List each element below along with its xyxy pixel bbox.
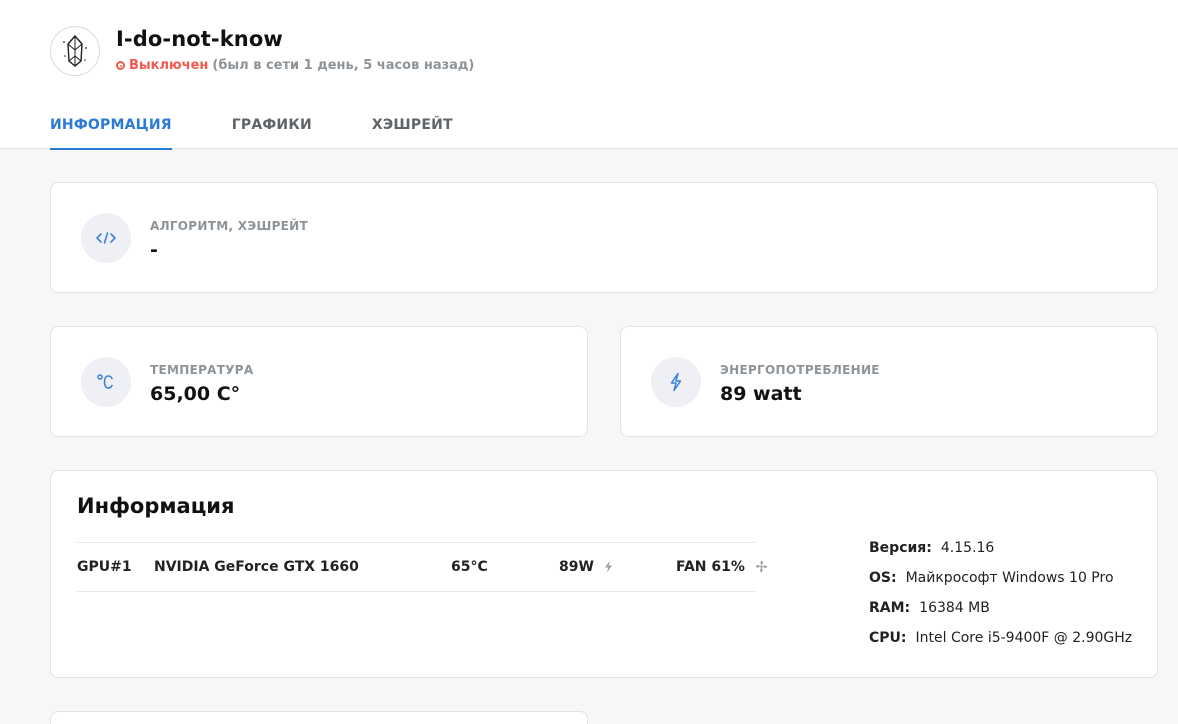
- gpu-power-value: 89W: [559, 559, 594, 575]
- system-version: Версия: 4.15.16: [869, 540, 994, 556]
- worker-header: I-do-not-know Выключен (был в сети 1 ден…: [0, 0, 1178, 150]
- last-seen-text: (был в сети 1 день, 5 часов назад): [212, 58, 475, 73]
- system-ram-key: RAM:: [869, 600, 911, 616]
- tab-bar: ИНФОРМАЦИЯ ГРАФИКИ ХЭШРЕЙТ: [50, 104, 453, 150]
- system-os: OS: Майкрософт Windows 10 Pro: [869, 570, 1114, 586]
- power-value: 89 watt: [720, 383, 802, 405]
- tab-hashrate[interactable]: ХЭШРЕЙТ: [372, 104, 453, 149]
- system-os-key: OS:: [869, 570, 897, 586]
- algorithm-label: АЛГОРИТМ, ХЭШРЕЙТ: [150, 219, 309, 233]
- system-version-key: Версия:: [869, 540, 932, 556]
- system-cpu-key: CPU:: [869, 630, 907, 646]
- temperature-label: ТЕМПЕРАТУРА: [150, 363, 254, 377]
- system-os-value: Майкрософт Windows 10 Pro: [905, 570, 1114, 586]
- tab-info[interactable]: ИНФОРМАЦИЯ: [50, 104, 172, 150]
- information-card: Информация GPU#1 NVIDIA GeForce GTX 1660…: [50, 470, 1158, 678]
- power-card: ЭНЕРГОПОТРЕБЛЕНИЕ 89 watt: [620, 326, 1158, 437]
- gpu-fan: FAN 61%: [676, 559, 768, 575]
- system-cpu-value: Intel Core i5-9400F @ 2.90GHz: [915, 630, 1133, 646]
- temperature-value: 65,00 C°: [150, 383, 241, 405]
- worker-status: Выключен (был в сети 1 день, 5 часов наз…: [116, 58, 474, 73]
- algorithm-value: -: [150, 239, 158, 261]
- crystal-icon: [63, 34, 87, 67]
- temperature-card: ТЕМПЕРАТУРА 65,00 C°: [50, 326, 588, 437]
- worker-avatar: [50, 26, 100, 76]
- fan-icon: [755, 561, 767, 572]
- gpu-row: GPU#1 NVIDIA GeForce GTX 1660 65°C 89W F…: [77, 542, 767, 592]
- system-ram: RAM: 16384 MB: [869, 600, 990, 616]
- status-label: Выключен: [129, 58, 209, 73]
- gpu-fan-value: FAN 61%: [676, 559, 745, 575]
- gpu-id: GPU#1: [77, 559, 132, 575]
- gpu-power: 89W: [559, 559, 613, 575]
- offline-status-icon: [116, 61, 125, 70]
- lightning-icon: [604, 560, 612, 573]
- system-version-value: 4.15.16: [940, 540, 995, 556]
- information-title: Информация: [77, 494, 235, 518]
- code-icon: [81, 213, 131, 263]
- system-ram-value: 16384 MB: [919, 600, 990, 616]
- worker-name: I-do-not-know: [116, 27, 283, 51]
- lightning-icon: [651, 357, 701, 407]
- algorithm-card: АЛГОРИТМ, ХЭШРЕЙТ -: [50, 182, 1158, 293]
- power-label: ЭНЕРГОПОТРЕБЛЕНИЕ: [720, 363, 880, 377]
- celsius-icon: [81, 357, 131, 407]
- next-card: [50, 711, 588, 724]
- gpu-model: NVIDIA GeForce GTX 1660: [154, 559, 359, 575]
- system-cpu: CPU: Intel Core i5-9400F @ 2.90GHz: [869, 630, 1132, 646]
- gpu-temperature: 65°C: [451, 559, 488, 575]
- tab-charts[interactable]: ГРАФИКИ: [232, 104, 312, 149]
